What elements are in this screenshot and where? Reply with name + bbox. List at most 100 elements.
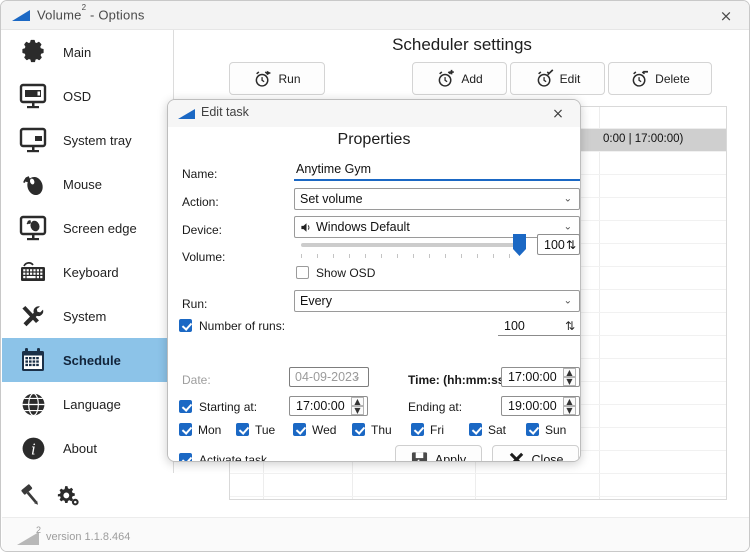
activate-task-checkbox[interactable] <box>179 453 192 461</box>
dialog-apply-label: Apply <box>434 452 467 462</box>
volume-slider-thumb[interactable] <box>513 234 526 256</box>
updown-arrows-icon[interactable]: ⇅ <box>566 238 576 252</box>
day-checkbox-tue[interactable] <box>236 423 249 436</box>
run-select[interactable]: Every ⌄ <box>294 290 580 312</box>
dialog-close-button[interactable]: Close <box>492 445 579 461</box>
edit-button-label: Edit <box>559 71 581 86</box>
number-of-runs-spinner[interactable]: 100 ⇅ <box>498 316 580 336</box>
page-title: Scheduler settings <box>392 35 532 54</box>
app-logo-icon <box>178 109 195 119</box>
dialog-title: Edit task <box>201 105 249 119</box>
day-label-sat: Sat <box>488 423 507 437</box>
day-checkbox-sun[interactable] <box>526 423 539 436</box>
date-select[interactable]: 04-09-2023 ⌄ <box>289 367 369 387</box>
dialog-titlebar: Edit task × <box>168 100 580 127</box>
number-of-runs-value: 100 <box>504 318 525 333</box>
alarm-run-icon <box>253 69 272 88</box>
add-button-label: Add <box>461 71 483 86</box>
settings-gear-icon[interactable] <box>56 483 81 508</box>
alarm-edit-icon <box>535 69 554 88</box>
date-value: 04-09-2023 <box>295 370 359 384</box>
starting-at-spinner[interactable]: 17:00:00 ▲ ▼ <box>289 396 368 416</box>
sidebar-item-system-tray[interactable]: System tray <box>2 118 173 162</box>
version-label: version 1.1.8.464 <box>46 531 131 543</box>
time-value: 17:00:00 <box>508 370 557 384</box>
mouse-icon <box>16 167 50 201</box>
run-button[interactable]: Run <box>229 62 325 95</box>
chevron-down-icon: ⌄ <box>563 221 572 233</box>
day-checkbox-mon[interactable] <box>179 423 192 436</box>
day-checkbox-fri[interactable] <box>411 423 424 436</box>
spinner-arrows-icon[interactable]: ▲ ▼ <box>563 368 576 386</box>
add-button[interactable]: Add <box>412 62 507 95</box>
run-select-value: Every <box>300 294 332 308</box>
action-label: Action: <box>182 195 219 209</box>
version-sup: 2 <box>36 525 42 535</box>
screen-edge-icon <box>16 211 50 245</box>
sidebar-item-label: Screen edge <box>63 220 137 236</box>
sidebar-item-label: Main <box>63 44 92 60</box>
calendar-icon <box>16 343 50 377</box>
options-window: Volume2 - Options × Main OSD System tray… <box>0 0 750 552</box>
tools-icon <box>16 299 50 333</box>
sidebar-item-system[interactable]: System <box>2 294 173 338</box>
ending-at-label: Ending at: <box>408 400 463 414</box>
day-label-tue: Tue <box>255 423 276 437</box>
info-icon: i <box>16 431 50 465</box>
time-spinner[interactable]: 17:00:00 ▲ ▼ <box>501 367 580 387</box>
sidebar-item-label: Language <box>63 396 121 412</box>
activate-task-label: Activate task <box>199 453 268 462</box>
day-checkbox-wed[interactable] <box>293 423 306 436</box>
run-button-label: Run <box>278 71 301 86</box>
delete-button[interactable]: Delete <box>608 62 712 95</box>
starting-at-checkbox[interactable] <box>179 400 192 413</box>
sidebar: Main OSD System tray Mouse Screen edge K… <box>2 30 174 473</box>
sidebar-item-about[interactable]: i About <box>2 426 173 470</box>
date-label: Date: <box>182 373 211 387</box>
window-titlebar: Volume2 - Options × <box>1 1 749 30</box>
sidebar-item-osd[interactable]: OSD <box>2 74 173 118</box>
table-row[interactable] <box>230 474 726 497</box>
dialog-close-icon[interactable]: × <box>538 100 578 127</box>
sidebar-item-language[interactable]: Language <box>2 382 173 426</box>
sidebar-item-schedule[interactable]: Schedule <box>2 338 173 382</box>
action-select[interactable]: Set volume ⌄ <box>294 188 580 210</box>
sidebar-item-screen-edge[interactable]: Screen edge <box>2 206 173 250</box>
sidebar-item-label: About <box>63 440 97 456</box>
sidebar-item-keyboard[interactable]: Keyboard <box>2 250 173 294</box>
chevron-down-icon: ⌄ <box>563 193 572 205</box>
paint-roller-icon[interactable] <box>18 483 43 508</box>
window-close-button[interactable]: × <box>703 1 749 30</box>
volume-value-spinner[interactable]: 100 ⇅ <box>537 234 580 255</box>
updown-arrows-icon[interactable]: ⇅ <box>565 319 575 333</box>
volume-slider-ticks <box>301 254 519 259</box>
sidebar-item-label: Schedule <box>63 352 121 368</box>
dialog-apply-button[interactable]: Apply <box>395 445 482 462</box>
apply-icon <box>411 451 428 461</box>
sidebar-item-main[interactable]: Main <box>2 30 173 74</box>
day-checkbox-thu[interactable] <box>352 423 365 436</box>
gear-icon <box>16 35 50 69</box>
day-checkbox-sat[interactable] <box>469 423 482 436</box>
close-x-icon <box>508 451 525 461</box>
edit-button[interactable]: Edit <box>510 62 605 95</box>
time-label: Time: (hh:mm:ss) <box>408 373 509 387</box>
day-label-wed: Wed <box>312 423 337 437</box>
ending-at-spinner[interactable]: 19:00:00 ▲ ▼ <box>501 396 580 416</box>
chevron-down-icon: ⌄ <box>563 295 572 307</box>
volume-slider-track[interactable] <box>301 243 519 247</box>
sidebar-item-label: OSD <box>63 88 92 104</box>
name-input[interactable] <box>294 160 580 181</box>
keyboard-icon <box>16 255 50 289</box>
spinner-arrows-icon[interactable]: ▲ ▼ <box>351 397 364 415</box>
sidebar-item-mouse[interactable]: Mouse <box>2 162 173 206</box>
app-logo-icon <box>12 10 30 21</box>
run-label: Run: <box>182 297 208 311</box>
number-of-runs-label: Number of runs: <box>199 319 286 333</box>
alarm-delete-icon <box>630 69 649 88</box>
show-osd-checkbox[interactable] <box>296 266 309 279</box>
spinner-arrows-icon[interactable]: ▲ ▼ <box>563 397 576 415</box>
chevron-down-icon: ⌄ <box>352 371 361 383</box>
volume-label: Volume: <box>182 250 226 264</box>
number-of-runs-checkbox[interactable] <box>179 319 192 332</box>
